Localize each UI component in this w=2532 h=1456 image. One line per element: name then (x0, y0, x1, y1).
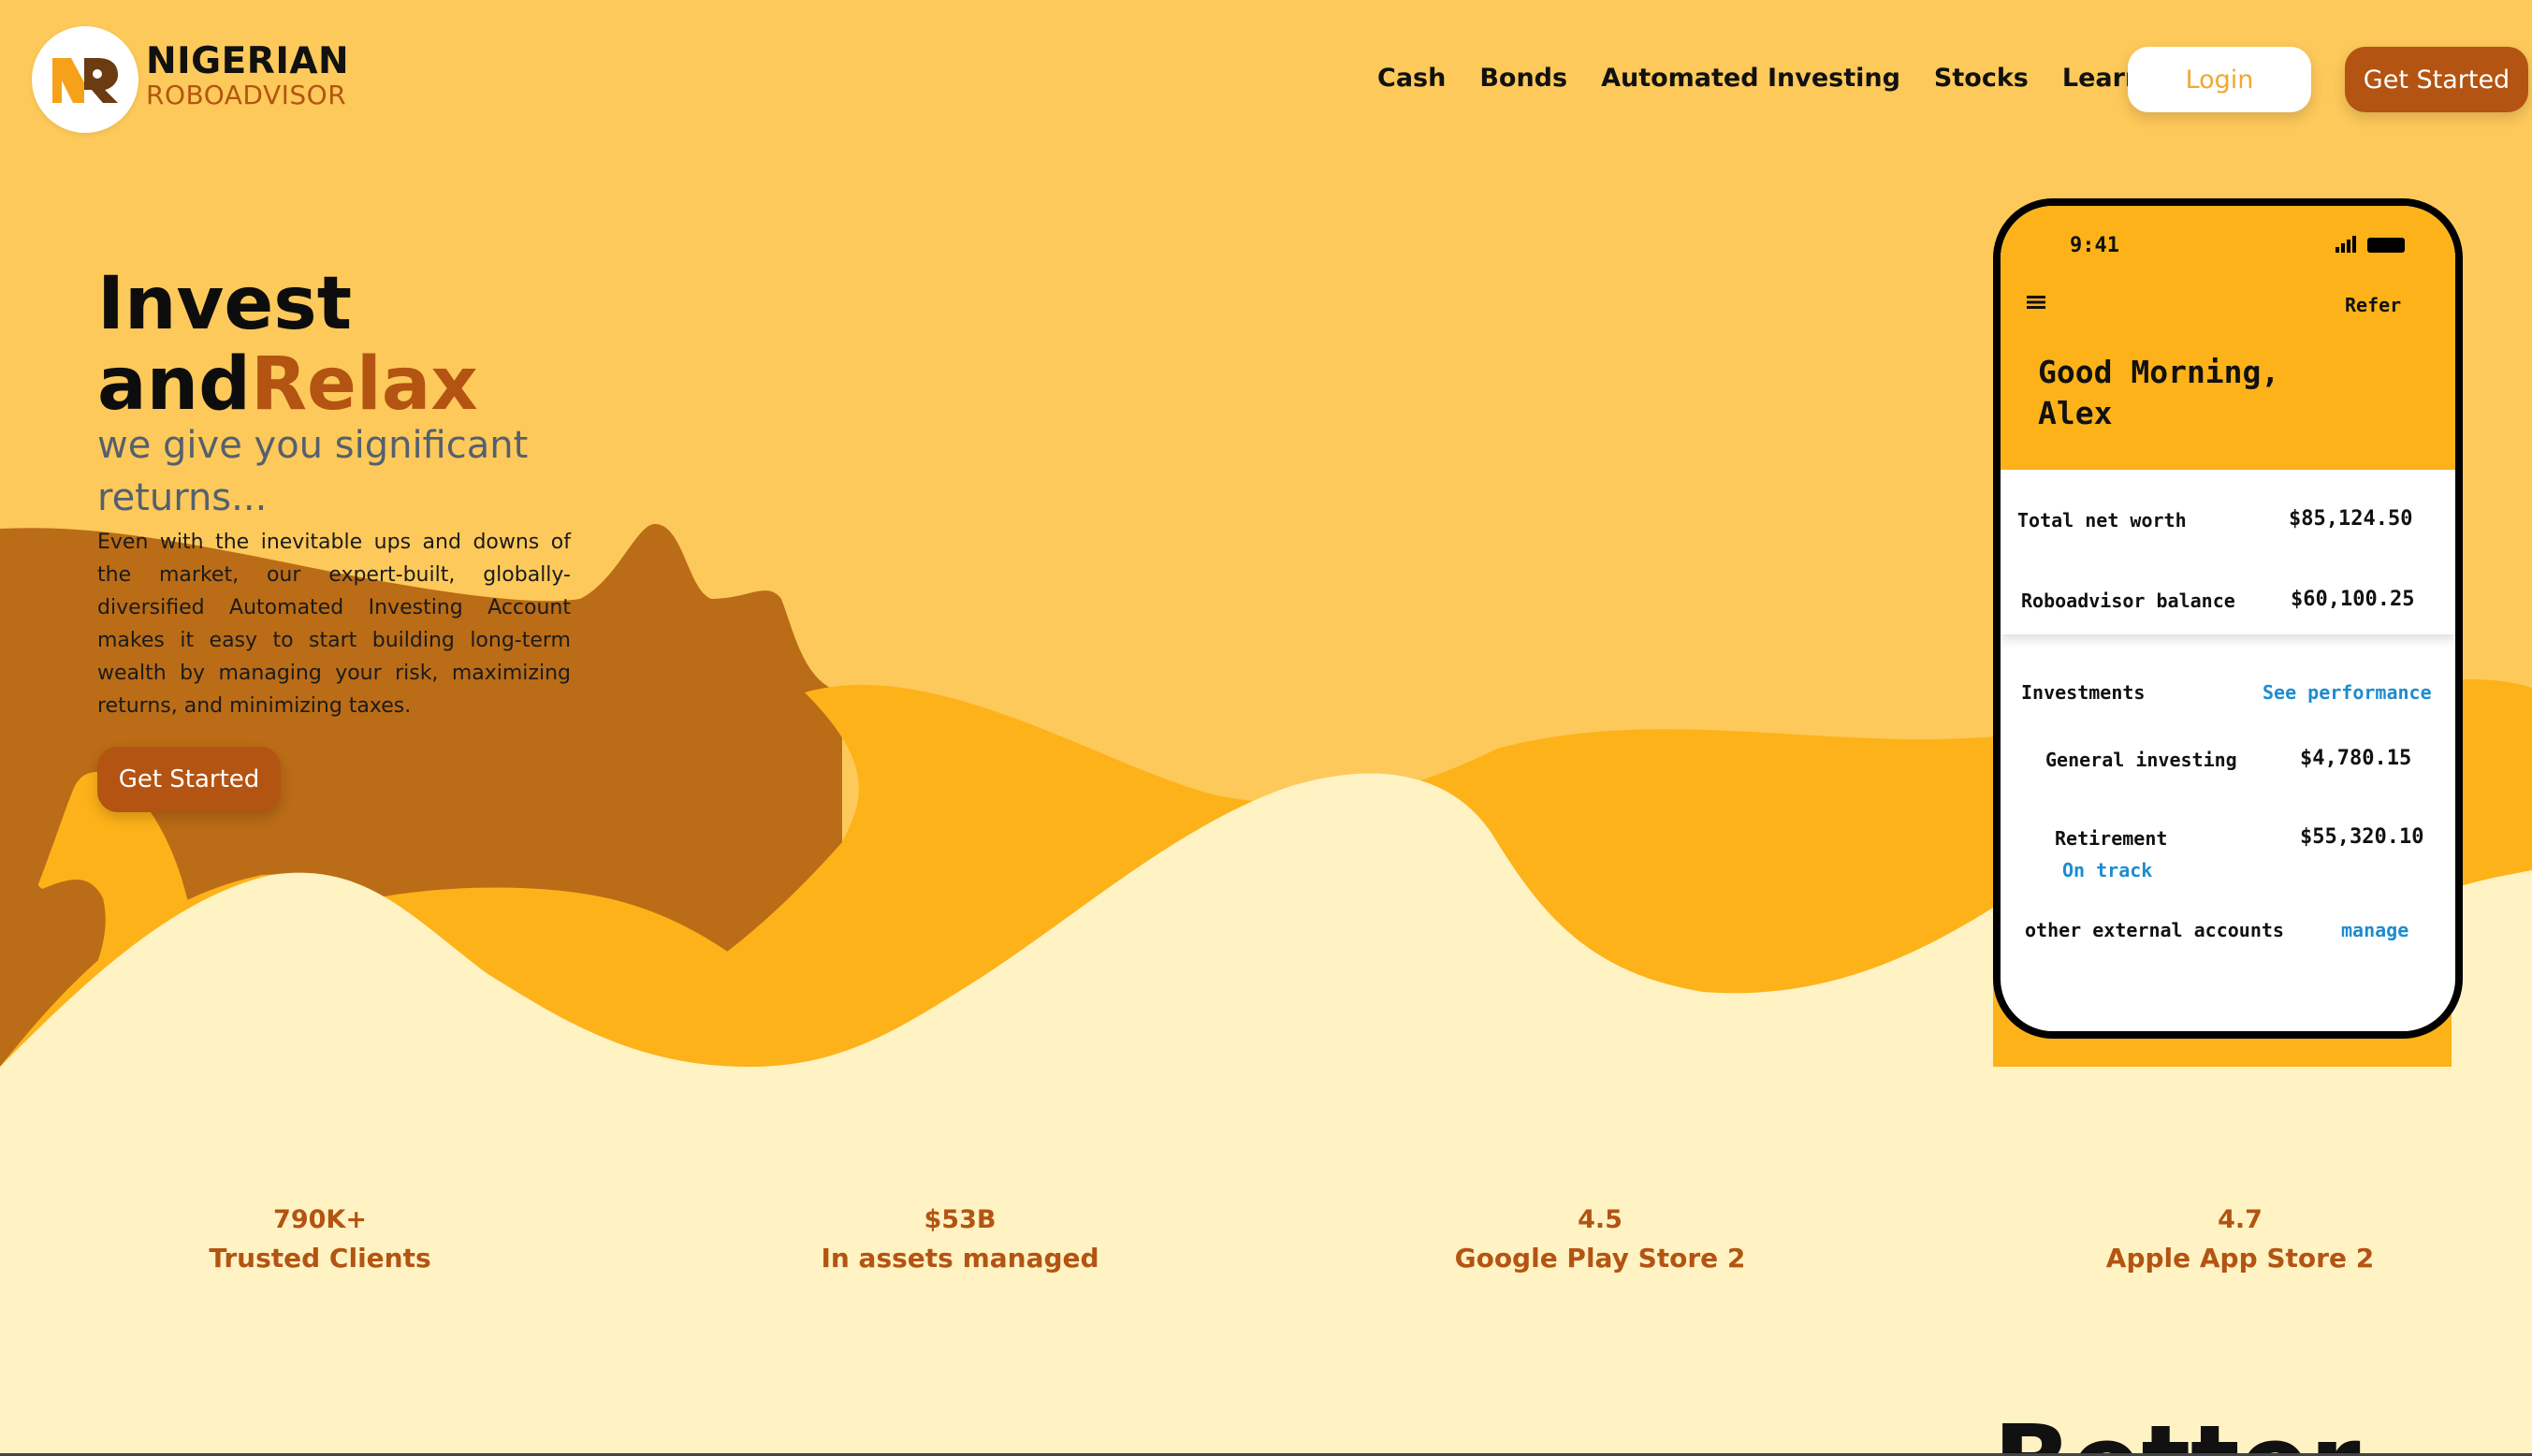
get-started-hero-button[interactable]: Get Started (97, 747, 281, 812)
brand[interactable]: NIGERIAN ROBOADVISOR (146, 41, 349, 109)
on-track-status: On track (2062, 859, 2153, 881)
greeting-line2: Alex (2038, 395, 2113, 431)
stat-google-play: 4.5 Google Play Store 2 (1413, 1201, 1787, 1278)
logo[interactable] (32, 26, 138, 133)
nav-stocks[interactable]: Stocks (1934, 64, 2029, 93)
brand-sub: ROBOADVISOR (146, 80, 347, 110)
get-started-header-button[interactable]: Get Started (2345, 47, 2528, 112)
nav-bonds[interactable]: Bonds (1479, 64, 1567, 93)
stat-assets-managed: $53B In assets managed (773, 1201, 1147, 1278)
stat-value: 790K+ (273, 1205, 367, 1234)
retirement-value: $55,320.10 (2300, 825, 2424, 849)
stat-label: Google Play Store 2 (1454, 1243, 1746, 1274)
stat-label: In assets managed (821, 1243, 1099, 1274)
login-button[interactable]: Login (2128, 47, 2311, 112)
phone-greeting: Good Morning, Alex (2038, 352, 2279, 434)
battery-icon (2367, 238, 2405, 253)
hero-title-relax: Relax (251, 342, 478, 427)
refer-link[interactable]: Refer (2345, 294, 2401, 316)
hero-title-line2: andRelax (97, 344, 478, 425)
next-section-heading: Better (1993, 1411, 2360, 1456)
menu-icon[interactable] (2027, 296, 2045, 309)
phone-time: 9:41 (2070, 234, 2119, 257)
brand-name: NIGERIAN (146, 40, 350, 82)
manage-link[interactable]: manage (2341, 919, 2408, 941)
stat-value: 4.7 (2218, 1205, 2263, 1234)
hero-body: Even with the inevitable ups and downs o… (97, 531, 571, 718)
stat-value: 4.5 (1578, 1205, 1623, 1234)
hero-title-line1: Invest (97, 262, 353, 346)
logo-mark-icon (52, 58, 118, 103)
signal-icon (2336, 236, 2356, 253)
landing-page: NIGERIAN ROBOADVISOR Cash Bonds Automate… (0, 0, 2532, 1456)
roboadvisor-balance-value: $60,100.25 (2291, 588, 2415, 611)
nav-automated-investing[interactable]: Automated Investing (1601, 64, 1900, 93)
see-performance-link[interactable]: See performance (2263, 681, 2432, 704)
stat-label: Trusted Clients (209, 1243, 431, 1274)
main-nav: Cash Bonds Automated Investing Stocks Le… (1377, 64, 2143, 93)
retirement-label: Retirement (2055, 827, 2168, 850)
greeting-line1: Good Morning, (2038, 354, 2280, 390)
nav-cash[interactable]: Cash (1377, 64, 1446, 93)
hero-subtitle: we give you significant returns... (97, 424, 529, 519)
hero-title: Invest andRelax (97, 264, 478, 425)
roboadvisor-balance-label: Roboadvisor balance (2021, 590, 2235, 612)
stat-trusted-clients: 790K+ Trusted Clients (133, 1201, 507, 1278)
general-investing-value: $4,780.15 (2300, 747, 2412, 770)
external-accounts-label: other external accounts (2025, 919, 2284, 941)
phone-mockup: 9:41 Refer Good Morning, Alex Total net … (1993, 198, 2463, 1039)
hero-title-and: and (97, 342, 251, 427)
general-investing-label: General investing (2045, 749, 2237, 771)
net-worth-value: $85,124.50 (2289, 507, 2413, 531)
stat-label: Apple App Store 2 (2105, 1243, 2375, 1274)
net-worth-label: Total net worth (2017, 509, 2187, 531)
investments-label: Investments (2021, 681, 2146, 704)
stat-value: $53B (924, 1205, 997, 1234)
stat-app-store: 4.7 Apple App Store 2 (2053, 1201, 2427, 1278)
